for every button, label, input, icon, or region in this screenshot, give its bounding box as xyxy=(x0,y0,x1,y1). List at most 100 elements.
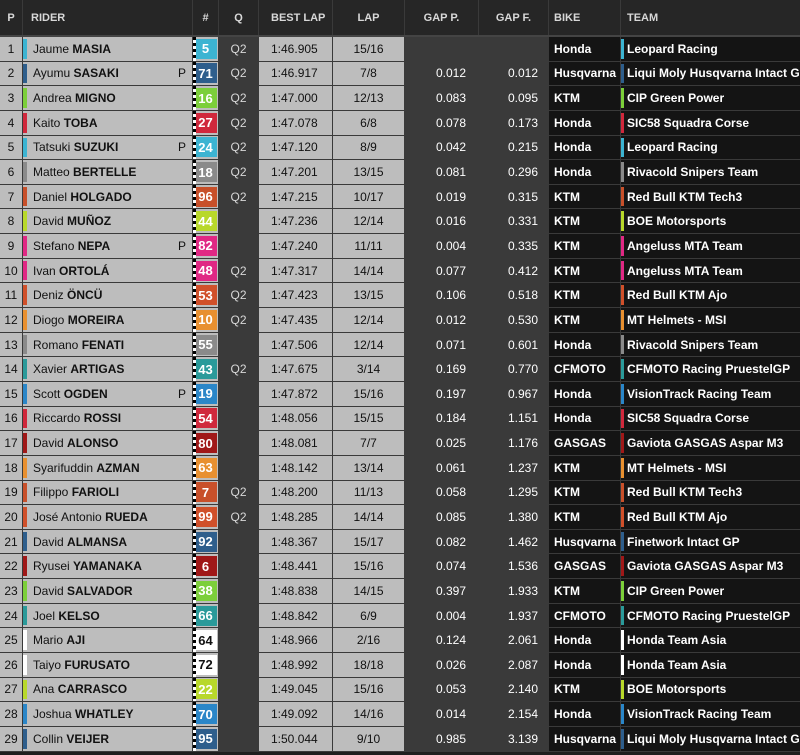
team-cell[interactable]: Honda Team Asia xyxy=(621,628,800,653)
rider-cell[interactable]: David MUÑOZ xyxy=(23,209,193,234)
rider-cell[interactable]: José Antonio RUEDA xyxy=(23,505,193,529)
table-row[interactable]: 17 David ALONSO 80 1:48.081 7/7 0.025 1.… xyxy=(0,431,800,456)
table-row[interactable]: 15 Scott OGDEN P 19 1:47.872 15/16 0.197… xyxy=(0,381,800,407)
rider-cell[interactable]: Joel KELSO xyxy=(23,603,193,628)
team-cell[interactable]: BOE Motorsports xyxy=(621,677,800,702)
table-row[interactable]: 2 Ayumu SASAKI P 71 Q2 1:46.917 7/8 0.01… xyxy=(0,61,800,87)
header-q[interactable]: Q xyxy=(219,0,259,35)
header-best-lap[interactable]: BEST LAP xyxy=(259,0,333,35)
rider-cell[interactable]: Kaito TOBA xyxy=(23,110,193,135)
rider-cell[interactable]: Matteo BERTELLE xyxy=(23,160,193,184)
team-cell[interactable]: SIC58 Squadra Corse xyxy=(621,110,800,135)
team-cell[interactable]: Red Bull KTM Tech3 xyxy=(621,480,800,505)
rider-cell[interactable]: Taiyo FURUSATO xyxy=(23,653,193,677)
rider-cell[interactable]: Xavier ARTIGAS xyxy=(23,357,193,381)
best-lap-cell: 1:48.285 xyxy=(259,505,333,529)
table-row[interactable]: 26 Taiyo FURUSATO 72 1:48.992 18/18 0.02… xyxy=(0,653,800,678)
rider-cell[interactable]: Ryusei YAMANAKA xyxy=(23,554,193,579)
rider-cell[interactable]: David ALMANSA xyxy=(23,529,193,554)
team-cell[interactable]: CFMOTO Racing PruestelGP xyxy=(621,603,800,628)
header-lap[interactable]: LAP xyxy=(333,0,405,35)
team-cell[interactable]: VisionTrack Racing Team xyxy=(621,702,800,726)
header-gap-p[interactable]: GAP P. xyxy=(405,0,479,35)
team-cell[interactable]: Angeluss MTA Team xyxy=(621,258,800,283)
table-row[interactable]: 16 Riccardo ROSSI 54 1:48.056 15/15 0.18… xyxy=(0,406,800,432)
rider-cell[interactable]: David SALVADOR xyxy=(23,579,193,603)
table-row[interactable]: 24 Joel KELSO 66 1:48.842 6/9 0.004 1.93… xyxy=(0,603,800,629)
team-cell[interactable]: Red Bull KTM Ajo xyxy=(621,505,800,529)
team-cell[interactable]: CIP Green Power xyxy=(621,86,800,110)
table-row[interactable]: 22 Ryusei YAMANAKA 6 1:48.441 15/16 0.07… xyxy=(0,554,800,580)
table-row[interactable]: 20 José Antonio RUEDA 99 Q2 1:48.285 14/… xyxy=(0,505,800,530)
table-row[interactable]: 28 Joshua WHATLEY 70 1:49.092 14/16 0.01… xyxy=(0,702,800,727)
rider-cell[interactable]: Romano FENATI xyxy=(23,332,193,357)
header-team[interactable]: TEAM xyxy=(621,0,800,35)
table-row[interactable]: 11 Deniz ÖNCÜ 53 Q2 1:47.423 13/15 0.106… xyxy=(0,283,800,309)
rider-cell[interactable]: Deniz ÖNCÜ xyxy=(23,283,193,308)
table-row[interactable]: 8 David MUÑOZ 44 1:47.236 12/14 0.016 0.… xyxy=(0,209,800,235)
table-row[interactable]: 4 Kaito TOBA 27 Q2 1:47.078 6/8 0.078 0.… xyxy=(0,110,800,136)
rider-cell[interactable]: Scott OGDEN P xyxy=(23,381,193,406)
table-row[interactable]: 18 Syarifuddin AZMAN 63 1:48.142 13/14 0… xyxy=(0,455,800,481)
team-cell[interactable]: MT Helmets - MSI xyxy=(621,308,800,332)
header-gap-f[interactable]: GAP F. xyxy=(479,0,549,35)
rider-cell[interactable]: Riccardo ROSSI xyxy=(23,406,193,431)
team-cell[interactable]: Gaviota GASGAS Aspar M3 xyxy=(621,431,800,455)
rider-cell[interactable]: Stefano NEPA P xyxy=(23,234,193,258)
table-row[interactable]: 19 Filippo FARIOLI 7 Q2 1:48.200 11/13 0… xyxy=(0,480,800,506)
rider-cell[interactable]: Collin VEIJER xyxy=(23,726,193,751)
rider-cell[interactable]: Syarifuddin AZMAN xyxy=(23,455,193,480)
team-cell[interactable]: Liqui Moly Husqvarna Intact GP xyxy=(621,61,800,86)
table-row[interactable]: 27 Ana CARRASCO 22 1:49.045 15/16 0.053 … xyxy=(0,677,800,703)
header-bike[interactable]: BIKE xyxy=(549,0,621,35)
table-row[interactable]: 10 Ivan ORTOLÁ 48 Q2 1:47.317 14/14 0.07… xyxy=(0,258,800,284)
rider-cell[interactable]: Diogo MOREIRA xyxy=(23,308,193,332)
rider-cell[interactable]: Jaume MASIA xyxy=(23,37,193,61)
team-cell[interactable]: MT Helmets - MSI xyxy=(621,455,800,480)
header-num[interactable]: # xyxy=(193,0,219,35)
team-cell[interactable]: Gaviota GASGAS Aspar M3 xyxy=(621,554,800,579)
team-cell[interactable]: CFMOTO Racing PruestelGP xyxy=(621,357,800,381)
table-row[interactable]: 13 Romano FENATI 55 1:47.506 12/14 0.071… xyxy=(0,332,800,358)
table-row[interactable]: 29 Collin VEIJER 95 1:50.044 9/10 0.985 … xyxy=(0,726,800,752)
team-cell[interactable]: Leopard Racing xyxy=(621,135,800,160)
team-cell[interactable]: BOE Motorsports xyxy=(621,209,800,234)
rider-cell[interactable]: Mario AJI xyxy=(23,628,193,653)
table-row[interactable]: 12 Diogo MOREIRA 10 Q2 1:47.435 12/14 0.… xyxy=(0,308,800,333)
team-cell[interactable]: Honda Team Asia xyxy=(621,653,800,677)
table-row[interactable]: 25 Mario AJI 64 1:48.966 2/16 0.124 2.06… xyxy=(0,628,800,654)
rider-cell[interactable]: David ALONSO xyxy=(23,431,193,455)
table-row[interactable]: 14 Xavier ARTIGAS 43 Q2 1:47.675 3/14 0.… xyxy=(0,357,800,382)
team-cell[interactable]: VisionTrack Racing Team xyxy=(621,381,800,406)
team-cell[interactable]: Rivacold Snipers Team xyxy=(621,332,800,357)
team-color-bar xyxy=(621,728,624,749)
header-rider[interactable]: RIDER xyxy=(23,0,193,35)
table-row[interactable]: 21 David ALMANSA 92 1:48.367 15/17 0.082… xyxy=(0,529,800,555)
rider-cell[interactable]: Ayumu SASAKI P xyxy=(23,61,193,86)
table-row[interactable]: 5 Tatsuki SUZUKI P 24 Q2 1:47.120 8/9 0.… xyxy=(0,135,800,161)
team-cell[interactable]: Red Bull KTM Ajo xyxy=(621,283,800,308)
table-row[interactable]: 23 David SALVADOR 38 1:48.838 14/15 0.39… xyxy=(0,579,800,604)
table-row[interactable]: 7 Daniel HOLGADO 96 Q2 1:47.215 10/17 0.… xyxy=(0,184,800,210)
team-cell[interactable]: Finetwork Intact GP xyxy=(621,529,800,554)
rider-cell[interactable]: Daniel HOLGADO xyxy=(23,184,193,209)
rider-cell[interactable]: Ana CARRASCO xyxy=(23,677,193,702)
team-cell[interactable]: Red Bull KTM Tech3 xyxy=(621,184,800,209)
team-cell[interactable]: CIP Green Power xyxy=(621,579,800,603)
rider-cell[interactable]: Tatsuki SUZUKI P xyxy=(23,135,193,160)
table-row[interactable]: 1 Jaume MASIA 5 Q2 1:46.905 15/16 Honda … xyxy=(0,37,800,62)
team-cell[interactable]: SIC58 Squadra Corse xyxy=(621,406,800,431)
rider-cell[interactable]: Filippo FARIOLI xyxy=(23,480,193,505)
table-row[interactable]: 6 Matteo BERTELLE 18 Q2 1:47.201 13/15 0… xyxy=(0,160,800,185)
rider-cell[interactable]: Joshua WHATLEY xyxy=(23,702,193,726)
team-cell[interactable]: Leopard Racing xyxy=(621,37,800,61)
position-cell: 17 xyxy=(0,431,23,455)
rider-cell[interactable]: Andrea MIGNO xyxy=(23,86,193,110)
team-cell[interactable]: Angeluss MTA Team xyxy=(621,234,800,258)
header-pos[interactable]: P xyxy=(0,0,23,35)
table-row[interactable]: 3 Andrea MIGNO 16 Q2 1:47.000 12/13 0.08… xyxy=(0,86,800,111)
team-cell[interactable]: Rivacold Snipers Team xyxy=(621,160,800,184)
team-cell[interactable]: Liqui Moly Husqvarna Intact GP xyxy=(621,726,800,751)
rider-cell[interactable]: Ivan ORTOLÁ xyxy=(23,258,193,283)
table-row[interactable]: 9 Stefano NEPA P 82 1:47.240 11/11 0.004… xyxy=(0,234,800,259)
